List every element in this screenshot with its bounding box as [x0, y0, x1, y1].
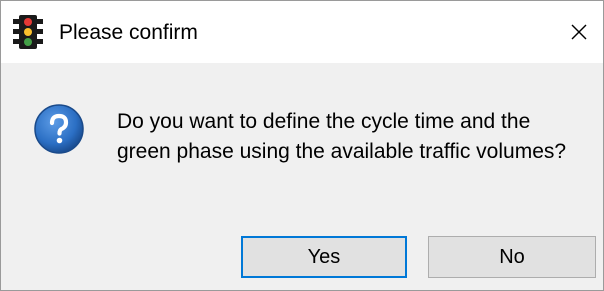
- question-icon: [33, 103, 85, 155]
- close-icon: [571, 24, 587, 40]
- dialog-title: Please confirm: [59, 21, 198, 44]
- title-bar[interactable]: Please confirm: [1, 1, 603, 63]
- yes-button[interactable]: Yes: [241, 236, 407, 278]
- dialog-body: Do you want to define the cycle time and…: [1, 63, 603, 290]
- traffic-light-icon: [13, 15, 43, 49]
- dialog-message: Do you want to define the cycle time and…: [117, 110, 567, 163]
- close-button[interactable]: [555, 1, 603, 63]
- confirm-dialog: Please confirm Do you want to define the…: [0, 0, 604, 291]
- no-button[interactable]: No: [428, 236, 596, 278]
